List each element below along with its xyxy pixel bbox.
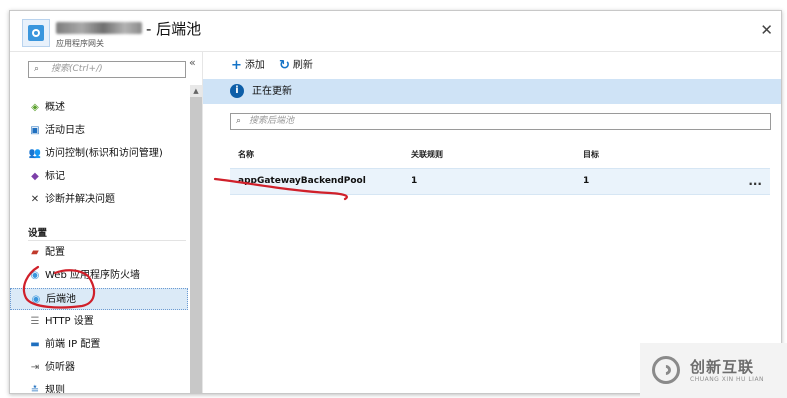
more-options-icon[interactable]: ... <box>748 169 762 194</box>
backend-pool-name: appGatewayBackendPool <box>238 176 366 186</box>
refresh-button[interactable]: ↻ 刷新 <box>279 58 313 74</box>
sidebar-item-backend-pools[interactable]: ◉ 后端池 <box>10 288 188 310</box>
refresh-icon: ↻ <box>279 58 290 73</box>
search-icon: ⌕ <box>236 116 242 126</box>
diagnose-icon: ✕ <box>30 194 40 205</box>
watermark-logo-icon <box>652 356 680 384</box>
sidebar-item-overview[interactable]: ◈ 概述 <box>10 97 188 119</box>
sidebar: ⌕ 搜索(Ctrl+/) « ◈ 概述 ▣ 活动日志 👥 访问控制(标识和访问管… <box>10 52 203 393</box>
rules-icon: ≛ <box>30 385 40 394</box>
close-button[interactable]: ✕ <box>760 21 773 39</box>
resource-name-redacted <box>56 22 142 34</box>
main-content: + 添加 ↻ 刷新 i 正在更新 ⌕ 搜索后端池 名称 关联规则 目标 appGat… <box>203 52 781 393</box>
sidebar-scrollbar[interactable]: ▲ <box>190 85 202 393</box>
sidebar-item-activity-log[interactable]: ▣ 活动日志 <box>10 120 188 142</box>
column-header-name[interactable]: 名称 <box>238 149 254 160</box>
section-divider <box>28 240 186 241</box>
application-gateway-icon <box>22 19 50 47</box>
sidebar-item-access-control[interactable]: 👥 访问控制(标识和访问管理) <box>10 143 188 165</box>
page-title: - 后端池 <box>146 20 202 38</box>
sidebar-item-configuration[interactable]: ▰ 配置 <box>10 242 188 264</box>
sidebar-item-rules[interactable]: ≛ 规则 <box>10 380 188 394</box>
watermark: 创新互联 CHUANG XIN HU LIAN <box>640 343 787 398</box>
sidebar-item-http-settings[interactable]: ☰ HTTP 设置 <box>10 311 188 333</box>
overview-icon: ◈ <box>31 102 39 113</box>
column-header-rules[interactable]: 关联规则 <box>411 149 443 160</box>
status-banner: i 正在更新 <box>203 79 781 104</box>
backend-pool-icon: ◉ <box>31 294 41 305</box>
search-icon: ⌕ <box>34 64 40 74</box>
activity-log-icon: ▣ <box>30 125 40 136</box>
scroll-up-icon[interactable]: ▲ <box>190 85 202 97</box>
tag-icon: ◆ <box>31 171 39 182</box>
watermark-text-cn: 创新互联 <box>690 358 755 376</box>
http-settings-icon: ☰ <box>30 316 40 327</box>
sidebar-item-firewall[interactable]: ◉ Web 应用程序防火墙 <box>10 265 188 287</box>
blade-window: - 后端池 应用程序网关 ✕ ⌕ 搜索(Ctrl+/) « ◈ 概述 ▣ 活动日… <box>9 10 782 394</box>
sidebar-item-listeners[interactable]: ⇥ 侦听器 <box>10 357 188 379</box>
sidebar-item-diagnose[interactable]: ✕ 诊断并解决问题 <box>10 189 188 211</box>
sidebar-search-input[interactable]: ⌕ 搜索(Ctrl+/) <box>28 61 186 78</box>
sidebar-item-tags[interactable]: ◆ 标记 <box>10 166 188 188</box>
column-header-targets[interactable]: 目标 <box>583 149 599 160</box>
frontend-ip-icon: ▬ <box>30 339 40 350</box>
add-button[interactable]: + 添加 <box>231 58 265 74</box>
targets-count: 1 <box>583 176 590 186</box>
listener-icon: ⇥ <box>30 362 40 373</box>
plus-icon: + <box>231 58 242 73</box>
table-row[interactable]: appGatewayBackendPool 1 1 ... <box>230 168 770 195</box>
status-text: 正在更新 <box>252 86 292 97</box>
access-control-icon: 👥 <box>28 148 42 159</box>
configuration-icon: ▰ <box>31 247 39 258</box>
collapse-sidebar-button[interactable]: « <box>189 56 196 69</box>
associated-rules-count: 1 <box>411 176 418 186</box>
backend-pool-search-input[interactable]: ⌕ 搜索后端池 <box>230 113 771 130</box>
info-icon: i <box>230 84 244 98</box>
settings-section-heading: 设置 <box>28 228 48 239</box>
firewall-icon: ◉ <box>30 270 40 281</box>
sidebar-item-frontend-ip[interactable]: ▬ 前端 IP 配置 <box>10 334 188 356</box>
blade-header: - 后端池 应用程序网关 ✕ <box>10 11 781 52</box>
page-subtitle: 应用程序网关 <box>56 39 104 48</box>
watermark-text-en: CHUANG XIN HU LIAN <box>690 376 765 383</box>
